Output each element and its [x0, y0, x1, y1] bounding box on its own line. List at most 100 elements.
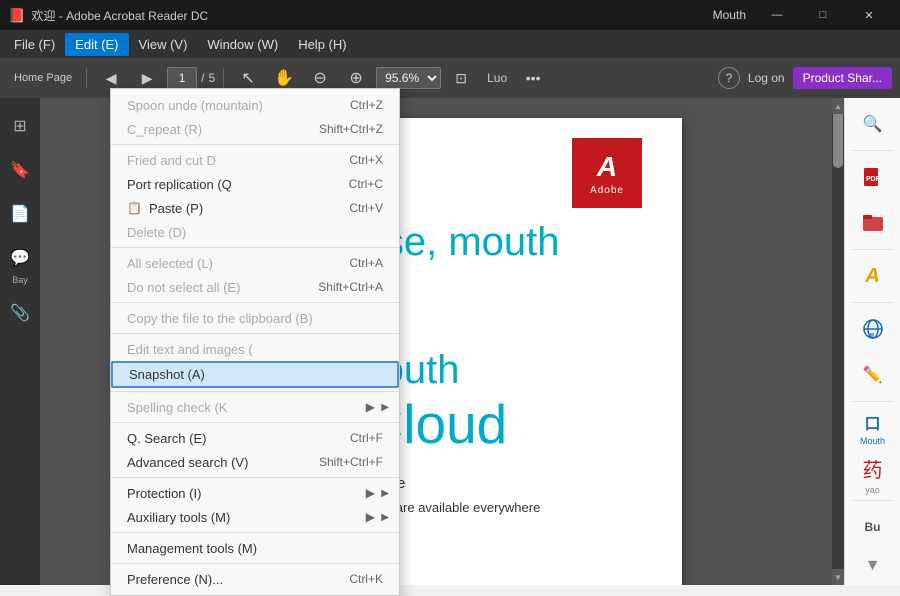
dd-search-label: Q. Search (E) [127, 431, 350, 446]
dd-copy-shortcut: Ctrl+C [349, 177, 383, 191]
scroll-track[interactable] [832, 98, 844, 585]
dd-management-label: Management tools (M) [127, 541, 383, 556]
dd-undo-label: Spoon undo (mountain) [127, 98, 350, 113]
attach-icon: 📎 [4, 297, 36, 329]
close-button[interactable]: ✕ [846, 0, 892, 30]
dd-cut: Fried and cut D Ctrl+X [111, 148, 399, 172]
dd-deselect-shortcut: Shift+Ctrl+A [318, 280, 383, 294]
scroll-down-button[interactable]: ▼ [832, 569, 844, 585]
right-panel-mouth-icon[interactable]: 口 Mouth [853, 408, 893, 448]
dd-snapshot[interactable]: Snapshot (A) [111, 361, 399, 388]
right-panel-expand-button[interactable]: ▼ [865, 557, 881, 575]
home-icon: ⊞ [4, 110, 36, 142]
yao-icon-label: yao [865, 485, 880, 495]
menu-window[interactable]: Window (W) [197, 33, 288, 56]
dd-paste-shortcut: Ctrl+V [349, 201, 383, 215]
sidebar-item-attach[interactable]: 📎 [4, 293, 36, 333]
dd-edit-text: Edit text and images ( [111, 337, 399, 361]
dd-undo: Spoon undo (mountain) Ctrl+Z [111, 93, 399, 117]
dd-copy-label: Port replication (Q [127, 177, 349, 192]
dd-cut-shortcut: Ctrl+X [349, 153, 383, 167]
dd-snapshot-label: Snapshot (A) [129, 367, 381, 382]
globe-icon-svg [862, 318, 884, 340]
dd-deselect-label: Do not select all (E) [127, 280, 318, 295]
dd-search[interactable]: Q. Search (E) Ctrl+F [111, 426, 399, 450]
maximize-button[interactable]: □ [800, 0, 846, 30]
dd-sep-9 [111, 563, 399, 564]
bay-label: Bay [12, 276, 28, 285]
dd-sep-7 [111, 477, 399, 478]
right-panel-sep-1 [853, 150, 893, 151]
home-button[interactable]: Home Page [8, 64, 78, 92]
folder-icon-svg [862, 212, 884, 234]
svg-text:PDF: PDF [866, 176, 881, 183]
right-panel-search[interactable]: 🔍 [853, 104, 893, 144]
dd-paste-label: Paste (P) [149, 201, 349, 216]
zoom-select[interactable]: 95.6% 100% 75% 50% 125% [376, 67, 441, 89]
toolbar-separator-1 [86, 68, 87, 88]
menu-edit[interactable]: Edit (E) [65, 33, 128, 56]
left-sidebar: ⊞ 🔖 📄 💬 Bay 📎 [0, 98, 40, 585]
right-panel-sep-2 [853, 249, 893, 250]
dd-sep-6 [111, 422, 399, 423]
adobe-logo-text: Adobe [590, 185, 624, 196]
right-panel-sep-4 [853, 401, 893, 402]
sidebar-item-home[interactable]: ⊞ [4, 106, 36, 146]
dd-copy-file-label: Copy the file to the clipboard (B) [127, 311, 383, 326]
dd-auxiliary[interactable]: Auxiliary tools (M) ▶ [111, 505, 399, 529]
right-panel-pdf-icon[interactable]: PDF [853, 157, 893, 197]
page-navigation: / 5 [167, 67, 215, 89]
fit-page-button[interactable]: ⊡ [445, 64, 477, 92]
luo-label: Luo [481, 64, 513, 92]
adobe-logo: A Adobe [572, 138, 642, 208]
right-panel-globe-icon[interactable] [853, 309, 893, 349]
dd-delete-label: Delete (D) [127, 225, 383, 240]
dd-preference[interactable]: Preference (N)... Ctrl+K [111, 567, 399, 591]
dd-repeat: C_repeat (R) Shift+Ctrl+Z [111, 117, 399, 141]
menu-view[interactable]: View (V) [129, 33, 198, 56]
dd-sep-1 [111, 144, 399, 145]
dd-sep-5 [111, 391, 399, 392]
right-panel-bu-icon[interactable]: Bu [853, 507, 893, 547]
toolbar-right: ? Log on Product Shar... [718, 67, 892, 89]
dd-advanced-search-label: Advanced search (V) [127, 455, 319, 470]
dd-sep-8 [111, 532, 399, 533]
dd-edit-text-label: Edit text and images ( [127, 342, 383, 357]
right-panel-yao-icon[interactable]: 药 yao [853, 454, 893, 494]
help-button[interactable]: ? [718, 67, 740, 89]
dd-copy-file: Copy the file to the clipboard (B) [111, 306, 399, 330]
dd-management[interactable]: Management tools (M) [111, 536, 399, 560]
page-sep: / [201, 71, 204, 85]
more-options-button[interactable]: ••• [517, 64, 549, 92]
dd-sep-3 [111, 302, 399, 303]
dd-undo-shortcut: Ctrl+Z [350, 98, 383, 112]
dd-copy[interactable]: Port replication (Q Ctrl+C [111, 172, 399, 196]
sidebar-item-bookmark[interactable]: 🔖 [4, 150, 36, 190]
dd-sep-2 [111, 247, 399, 248]
scroll-thumb[interactable] [833, 108, 843, 168]
menu-help[interactable]: Help (H) [288, 33, 356, 56]
right-panel: 🔍 PDF A ✏️ 口 [844, 98, 900, 585]
spelling-arrow-icon: ▶ [366, 400, 375, 414]
right-panel-sep-5 [853, 500, 893, 501]
dd-delete: Delete (D) [111, 220, 399, 244]
adobe-logo-a: A [597, 151, 617, 183]
dd-protection[interactable]: Protection (I) ▶ [111, 481, 399, 505]
scroll-up-button[interactable]: ▲ [832, 98, 844, 114]
toolbar-separator-2 [223, 68, 224, 88]
dd-paste[interactable]: 📋 Paste (P) Ctrl+V [111, 196, 399, 220]
dd-advanced-search[interactable]: Advanced search (V) Shift+Ctrl+F [111, 450, 399, 474]
title-bar: 📕 欢迎 - Adobe Acrobat Reader DC Mouth — □… [0, 0, 900, 30]
title-bar-text: 欢迎 - Adobe Acrobat Reader DC [31, 7, 712, 24]
right-panel-folder-icon[interactable] [853, 203, 893, 243]
right-panel-pen-icon[interactable]: ✏️ [853, 355, 893, 395]
page-number-input[interactable] [167, 67, 197, 89]
minimize-button[interactable]: — [754, 0, 800, 30]
menu-file[interactable]: File (F) [4, 33, 65, 56]
right-panel-a-icon[interactable]: A [853, 256, 893, 296]
login-button[interactable]: Log on [748, 71, 785, 85]
sidebar-item-pages[interactable]: 📄 [4, 194, 36, 234]
dd-protection-label: Protection (I) [127, 486, 366, 501]
product-share-button[interactable]: Product Shar... [793, 67, 892, 89]
sidebar-item-bay[interactable]: 💬 Bay [4, 238, 36, 289]
